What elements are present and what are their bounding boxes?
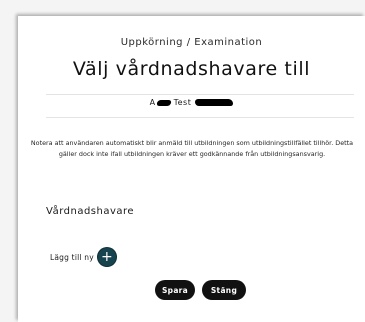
page-background-left [0,0,18,322]
add-guardian-button[interactable]: + [97,248,116,266]
modal-subtitle: Uppkörning / Examination [120,37,263,48]
redaction-mark [155,99,172,106]
close-button[interactable]: Stäng [202,280,246,300]
page-background-top [0,0,365,16]
add-guardian-row: Lägg till ny + [50,248,116,266]
divider-bottom [46,117,354,118]
modal-title: Välj vårdnadshavare till [72,58,311,80]
redaction-mark [195,99,234,106]
enrollment-notice: Notera att användaren automatiskt blir a… [30,139,354,158]
plus-icon: + [100,249,113,265]
user-middle-name: Test [173,98,192,107]
divider-top [46,94,354,95]
save-button[interactable]: Spara [155,280,195,300]
user-first-name: A [149,98,156,107]
guardians-heading: Vårdnadshavare [46,206,135,217]
add-guardian-label: Lägg till ny [50,252,94,262]
user-name: A Test [18,98,365,107]
